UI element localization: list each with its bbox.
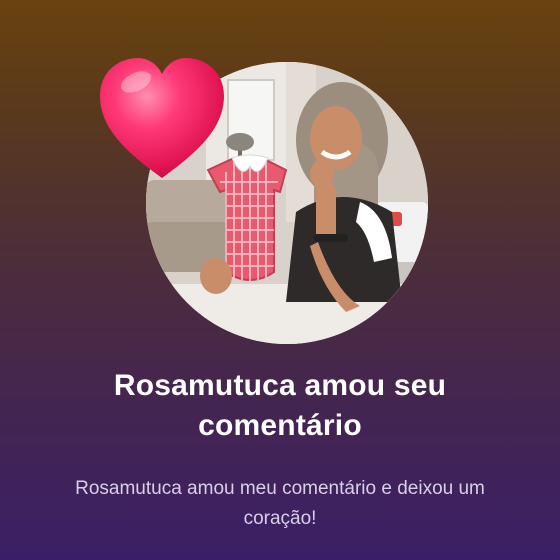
notification-message: Rosamutuca amou meu comentário e deixou … xyxy=(75,478,485,529)
heart-icon xyxy=(96,54,228,182)
love-reaction-card: Rosamutuca amou seu comentário Rosamutuc… xyxy=(0,0,560,560)
notification-title: Rosamutuca amou seu comentário xyxy=(113,369,447,442)
